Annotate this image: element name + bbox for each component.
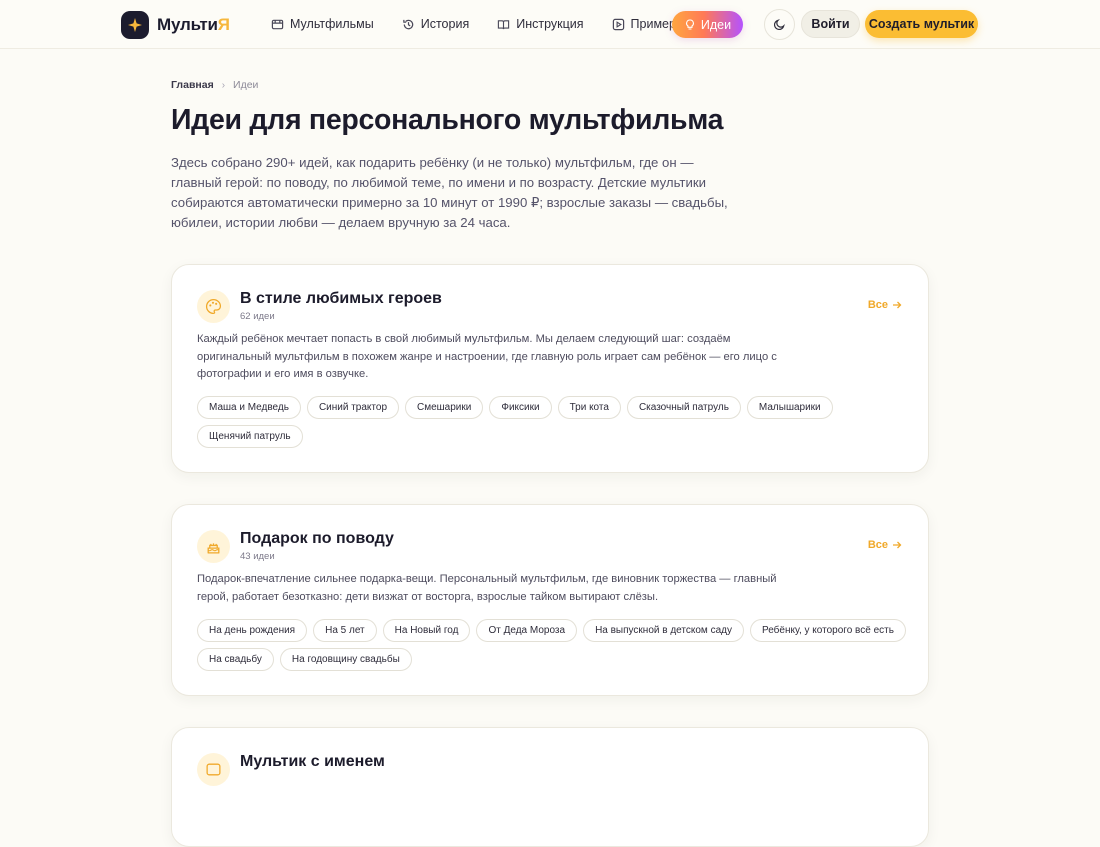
tag-list: Маша и Медведь Синий трактор Смешарики Ф… — [197, 396, 907, 448]
nav-item-cartoons[interactable]: Мультфильмы — [271, 14, 374, 34]
site-header: МультиЯ Мультфильмы История Инструкция П… — [0, 0, 1100, 49]
tag-list: На день рождения На 5 лет На Новый год О… — [197, 619, 907, 671]
tag-chip[interactable]: Сказочный патруль — [626, 396, 741, 419]
create-cartoon-button[interactable]: Создать мультик — [865, 10, 978, 38]
tag-chip[interactable]: От Деда Мороза — [476, 619, 578, 642]
theme-toggle-button[interactable] — [764, 9, 795, 40]
tag-chip[interactable]: Синий трактор — [306, 396, 399, 419]
arrow-right-icon — [893, 301, 902, 309]
play-icon — [612, 18, 624, 30]
film-icon — [271, 19, 284, 29]
card-description: Подарок-впечатление сильнее подарка-вещи… — [197, 573, 777, 603]
tag-chip[interactable]: На выпускной в детском саду — [583, 619, 744, 642]
nav-item-ideas[interactable]: Идеи — [672, 11, 743, 38]
breadcrumb: Главная › Идеи — [171, 79, 258, 91]
sparkle-icon — [121, 10, 149, 39]
category-card: Мультик с именем — [171, 727, 929, 847]
tag-chip[interactable]: Малышарики — [746, 396, 833, 419]
category-card: В стиле любимых героев 62 идеи Все Кажды… — [171, 264, 929, 473]
nav-item-history[interactable]: История — [402, 14, 469, 34]
name-icon — [197, 753, 230, 786]
card-description: Каждый ребёнок мечтает попасть в свой лю… — [197, 333, 777, 381]
tag-chip[interactable]: Ребёнку, у которого всё есть — [749, 619, 906, 642]
tag-chip[interactable]: На Новый год — [382, 619, 471, 642]
cake-icon — [197, 530, 230, 563]
card-title: Мультик с именем — [240, 753, 385, 770]
login-button[interactable]: Войти — [801, 10, 860, 38]
nav-item-instructions[interactable]: Инструкция — [497, 14, 584, 34]
tag-chip[interactable]: На 5 лет — [313, 619, 377, 642]
page-title: Идеи для персонального мультфильма — [171, 104, 724, 136]
logo-text: МультиЯ — [157, 14, 230, 34]
tag-chip[interactable]: Смешарики — [405, 396, 484, 419]
card-title: Подарок по поводу — [240, 530, 394, 547]
see-all-link[interactable]: Все — [868, 539, 902, 551]
book-icon — [498, 19, 510, 29]
palette-icon — [197, 290, 230, 323]
tag-chip[interactable]: Маша и Медведь — [197, 396, 301, 419]
page-intro: Здесь собрано 290+ идей, как подарить ре… — [171, 155, 728, 230]
card-title: В стиле любимых героев — [240, 290, 442, 307]
lightbulb-icon — [685, 18, 694, 30]
logo[interactable]: МультиЯ — [121, 10, 230, 39]
chevron-right-icon: › — [221, 79, 226, 91]
see-all-link[interactable]: Все — [868, 299, 902, 311]
history-icon — [402, 19, 414, 29]
breadcrumb-home[interactable]: Главная — [171, 79, 214, 91]
category-card: Подарок по поводу 43 идеи Все Подарок-вп… — [171, 504, 929, 696]
tag-chip[interactable]: На день рождения — [197, 619, 308, 642]
tag-chip[interactable]: На годовщину свадьбы — [279, 648, 412, 671]
tag-chip[interactable]: Щенячий патруль — [197, 425, 303, 448]
tag-chip[interactable]: На свадьбу — [197, 648, 274, 671]
breadcrumb-current: Идеи — [233, 79, 259, 91]
main-nav: Мультфильмы История Инструкция Примеры — [271, 14, 713, 34]
card-count: 62 идеи — [240, 311, 275, 322]
card-count: 43 идеи — [240, 551, 275, 562]
moon-icon — [774, 19, 785, 30]
tag-chip[interactable]: Фиксики — [489, 396, 552, 419]
tag-chip[interactable]: Три кота — [557, 396, 621, 419]
arrow-right-icon — [893, 541, 902, 549]
